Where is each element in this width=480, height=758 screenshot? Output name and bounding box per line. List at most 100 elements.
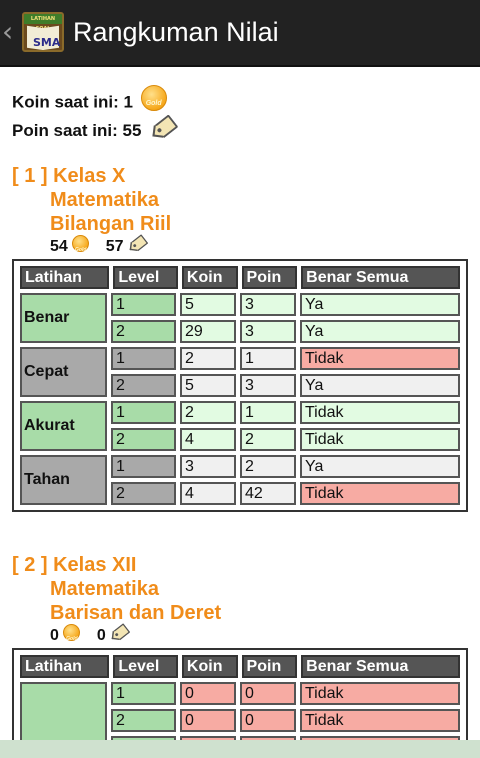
section-poin: 57: [105, 238, 124, 255]
poin-cell: 3: [240, 374, 296, 397]
column-header: Level: [113, 266, 178, 289]
column-header: Latihan: [20, 655, 110, 678]
column-header: Poin: [241, 266, 298, 289]
column-header: Latihan: [20, 266, 110, 289]
table-row: 1 5 3 Ya: [109, 291, 462, 318]
table-row: 1 2 1 Tidak: [109, 399, 462, 426]
koin-cell: 0: [180, 709, 236, 732]
koin-total: Koin saat ini: 1 Gold: [12, 85, 167, 116]
level-cell: 2: [111, 482, 176, 505]
poin-total: Poin saat ini: 55: [12, 113, 179, 142]
poin-label: Poin saat ini:: [12, 121, 118, 140]
section-subject: Matematika: [50, 189, 159, 211]
section-heading: [ 1 ] Kelas X: [12, 165, 126, 187]
summary-content: Koin saat ini: 1 Gold Poin saat ini: 55 …: [0, 68, 480, 758]
action-bar: ‹ LATIHAN SOAL SMA Rangkuman Nilai: [0, 0, 480, 67]
section-poin: 0: [96, 627, 106, 644]
koin-value: 1: [123, 92, 133, 112]
benar-cell: Tidak: [300, 401, 460, 424]
table-header-row: Latihan Level Koin Poin Benar Semua: [18, 653, 462, 680]
table-row: 2 4 42 Tidak: [109, 480, 462, 507]
section-topic: Bilangan Riil: [50, 213, 172, 235]
koin-cell: 5: [180, 374, 236, 397]
benar-cell: Tidak: [300, 347, 460, 370]
level-cell: 1: [111, 455, 176, 478]
level-cell: 1: [111, 347, 176, 370]
koin-label: Koin saat ini:: [12, 92, 119, 112]
level-cell: 1: [111, 293, 176, 316]
table-group: Tahan 1 3 2 Ya 2 4 42 Tidak: [18, 453, 462, 507]
table-row: 1 3 2 Ya: [109, 453, 462, 480]
level-cell: 2: [111, 709, 176, 732]
latihan-cell: Benar: [20, 293, 107, 343]
latihan-cell: Cepat: [20, 347, 107, 397]
table-row: 2 0 0 Tidak: [109, 707, 462, 734]
poin-cell: 2: [240, 455, 296, 478]
level-cell: 2: [111, 320, 176, 343]
koin-cell: 4: [180, 428, 236, 451]
latihan-cell: Tahan: [20, 455, 107, 505]
level-cell: 2: [111, 428, 176, 451]
app-icon-label: SMA: [33, 36, 61, 49]
table-header-row: Latihan Level Koin Poin Benar Semua: [18, 264, 462, 291]
price-tag-icon: [128, 233, 149, 254]
poin-cell: 3: [240, 320, 296, 343]
gold-coin-icon: Gold: [140, 85, 167, 111]
koin-cell: 5: [180, 293, 236, 316]
column-header: Benar Semua: [301, 266, 460, 289]
gold-coin-icon: Gold: [63, 624, 81, 642]
section-stats: 0 Gold 0: [50, 622, 132, 646]
benar-cell: Tidak: [300, 482, 460, 505]
section-topic: Barisan dan Deret: [50, 602, 222, 624]
gold-coin-icon: Gold: [72, 235, 90, 253]
poin-cell: 42: [240, 482, 296, 505]
table-row: 2 5 3 Ya: [109, 372, 462, 399]
price-tag-icon: [110, 622, 131, 643]
bottom-strip: [0, 740, 480, 758]
app-icon-caption: LATIHAN SOAL: [24, 14, 62, 32]
poin-cell: 1: [240, 347, 296, 370]
column-header: Poin: [241, 655, 298, 678]
back-chevron-icon[interactable]: ‹: [2, 15, 20, 49]
benar-cell: Ya: [300, 293, 460, 316]
poin-cell: 0: [240, 709, 296, 732]
price-tag-icon: [150, 113, 179, 141]
column-header: Level: [113, 655, 178, 678]
benar-cell: Ya: [300, 455, 460, 478]
section-koin: 0: [50, 627, 59, 644]
level-cell: 2: [111, 374, 176, 397]
column-header: Koin: [181, 655, 238, 678]
table-group: Akurat 1 2 1 Tidak 2 4 2 Tidak: [18, 399, 462, 453]
benar-cell: Tidak: [300, 709, 460, 732]
latihan-cell: Akurat: [20, 401, 107, 451]
table-row: 2 29 3 Ya: [109, 318, 462, 345]
table-row: 1 2 1 Tidak: [109, 345, 462, 372]
koin-cell: 2: [180, 347, 236, 370]
section-stats: 54 Gold 57: [50, 233, 150, 257]
poin-cell: 3: [240, 293, 296, 316]
section-heading: [ 2 ] Kelas XII: [12, 554, 137, 576]
table-group: Benar 1 5 3 Ya 2 29 3 Ya: [18, 291, 462, 345]
section-koin: 54: [50, 238, 68, 255]
table-row: 1 0 0 Tidak: [109, 680, 462, 707]
koin-cell: 29: [180, 320, 236, 343]
koin-cell: 0: [180, 682, 236, 705]
benar-cell: Ya: [300, 374, 460, 397]
poin-value: 55: [122, 121, 142, 140]
level-cell: 1: [111, 682, 176, 705]
app-book-icon[interactable]: LATIHAN SOAL SMA: [22, 12, 64, 52]
poin-cell: 0: [240, 682, 296, 705]
koin-cell: 3: [180, 455, 236, 478]
column-header: Koin: [181, 266, 238, 289]
poin-cell: 1: [240, 401, 296, 424]
score-table: Latihan Level Koin Poin Benar Semua Benar 1 5 3 Y…: [12, 259, 468, 512]
level-cell: 1: [111, 401, 176, 424]
benar-cell: Tidak: [300, 428, 460, 451]
koin-cell: 4: [180, 482, 236, 505]
benar-cell: Ya: [300, 320, 460, 343]
benar-cell: Tidak: [300, 682, 460, 705]
column-header: Benar Semua: [301, 655, 460, 678]
table-row: 2 4 2 Tidak: [109, 426, 462, 453]
section-subject: Matematika: [50, 578, 159, 600]
koin-cell: 2: [180, 401, 236, 424]
